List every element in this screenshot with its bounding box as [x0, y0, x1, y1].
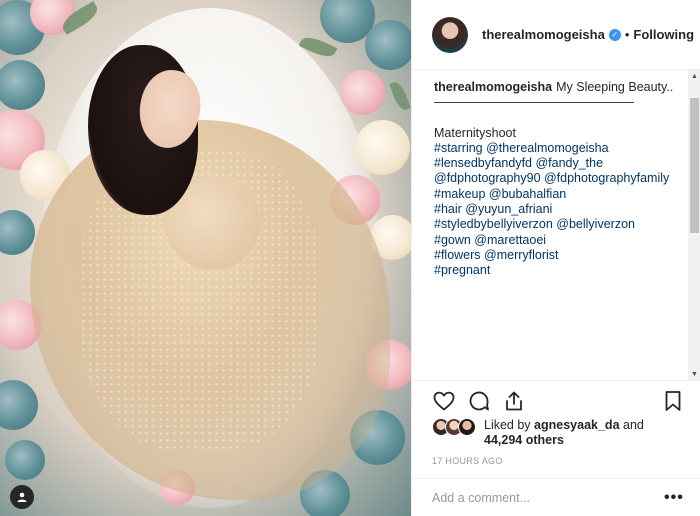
likes-prefix: Liked by [484, 418, 531, 432]
following-button[interactable]: Following [633, 27, 694, 42]
photo-flower [365, 20, 411, 70]
caption-hashtag-line[interactable]: #lensedbyfandyfd @fandy_the [434, 156, 682, 171]
user-tag-icon[interactable] [10, 485, 34, 509]
caption-line: My Sleeping Beauty.. [556, 80, 674, 94]
bookmark-icon[interactable] [661, 389, 685, 413]
caption-first-line: therealmomogeisha My Sleeping Beauty.. [434, 80, 682, 95]
comment-bubble-icon[interactable] [467, 389, 491, 413]
scroll-down-icon[interactable]: ▼ [688, 368, 700, 380]
post-header: therealmomogeisha ✓ • Following [412, 0, 700, 70]
post-timestamp[interactable]: 17 HOURS AGO [432, 456, 503, 466]
photo-leaf [389, 79, 411, 113]
comment-input[interactable] [432, 488, 632, 508]
caption-scrollbar[interactable]: ▲ ▼ [688, 70, 700, 380]
post-photo[interactable] [0, 0, 411, 516]
caption-hashtag-line[interactable]: #starring @therealmomogeisha [434, 141, 682, 156]
caption-hashtag-line[interactable]: #styledbybellyiverzon @bellyiverzon [434, 217, 682, 232]
post-side-panel: therealmomogeisha ✓ • Following therealm… [411, 0, 700, 516]
caption-hashtag-line[interactable]: #gown @marettaoei [434, 233, 682, 248]
caption-hashtag-line[interactable]: #makeup @bubahalfian [434, 187, 682, 202]
likes-text: Liked by agnesyaak_da and 44,294 others [484, 418, 684, 448]
photo-flower [0, 380, 38, 430]
likes-count-link[interactable]: 44,294 others [484, 433, 564, 447]
liker-avatars[interactable] [432, 418, 478, 438]
heart-icon[interactable] [432, 389, 456, 413]
post-actions [412, 380, 700, 420]
likes-summary: Liked by agnesyaak_da and 44,294 others [432, 418, 692, 452]
photo-flower [0, 210, 35, 255]
caption-hashtag-line[interactable]: @fdphotography90 @fdphotographyfamily [434, 171, 682, 186]
header-separator: • [624, 27, 630, 42]
post-username[interactable]: therealmomogeisha [482, 27, 605, 42]
post-caption: therealmomogeisha My Sleeping Beauty.. ——… [434, 80, 682, 380]
more-options-icon[interactable]: ••• [664, 489, 684, 507]
verified-badge-icon: ✓ [608, 28, 621, 41]
avatar [458, 418, 476, 436]
caption-line: Maternityshoot [434, 125, 516, 140]
liked-by-user-link[interactable]: agnesyaak_da [534, 418, 619, 432]
photo-flower [0, 60, 45, 110]
avatar[interactable] [432, 16, 468, 53]
scrollbar-thumb[interactable] [690, 98, 699, 233]
likes-middle: and [623, 418, 644, 432]
share-icon[interactable] [502, 389, 526, 413]
caption-hashtag-line[interactable]: #pregnant [434, 263, 682, 278]
photo-flower [340, 70, 385, 115]
caption-username[interactable]: therealmomogeisha [434, 80, 552, 94]
photo-flower [355, 120, 410, 175]
scroll-up-icon[interactable]: ▲ [688, 70, 700, 82]
comment-bar: ••• [412, 478, 700, 516]
caption-hashtag-line[interactable]: #hair @yuyun_afriani [434, 202, 682, 217]
caption-line: ———————————————— [434, 95, 634, 110]
photo-flower [5, 440, 45, 480]
caption-hashtag-line[interactable]: #flowers @merryflorist [434, 248, 682, 263]
